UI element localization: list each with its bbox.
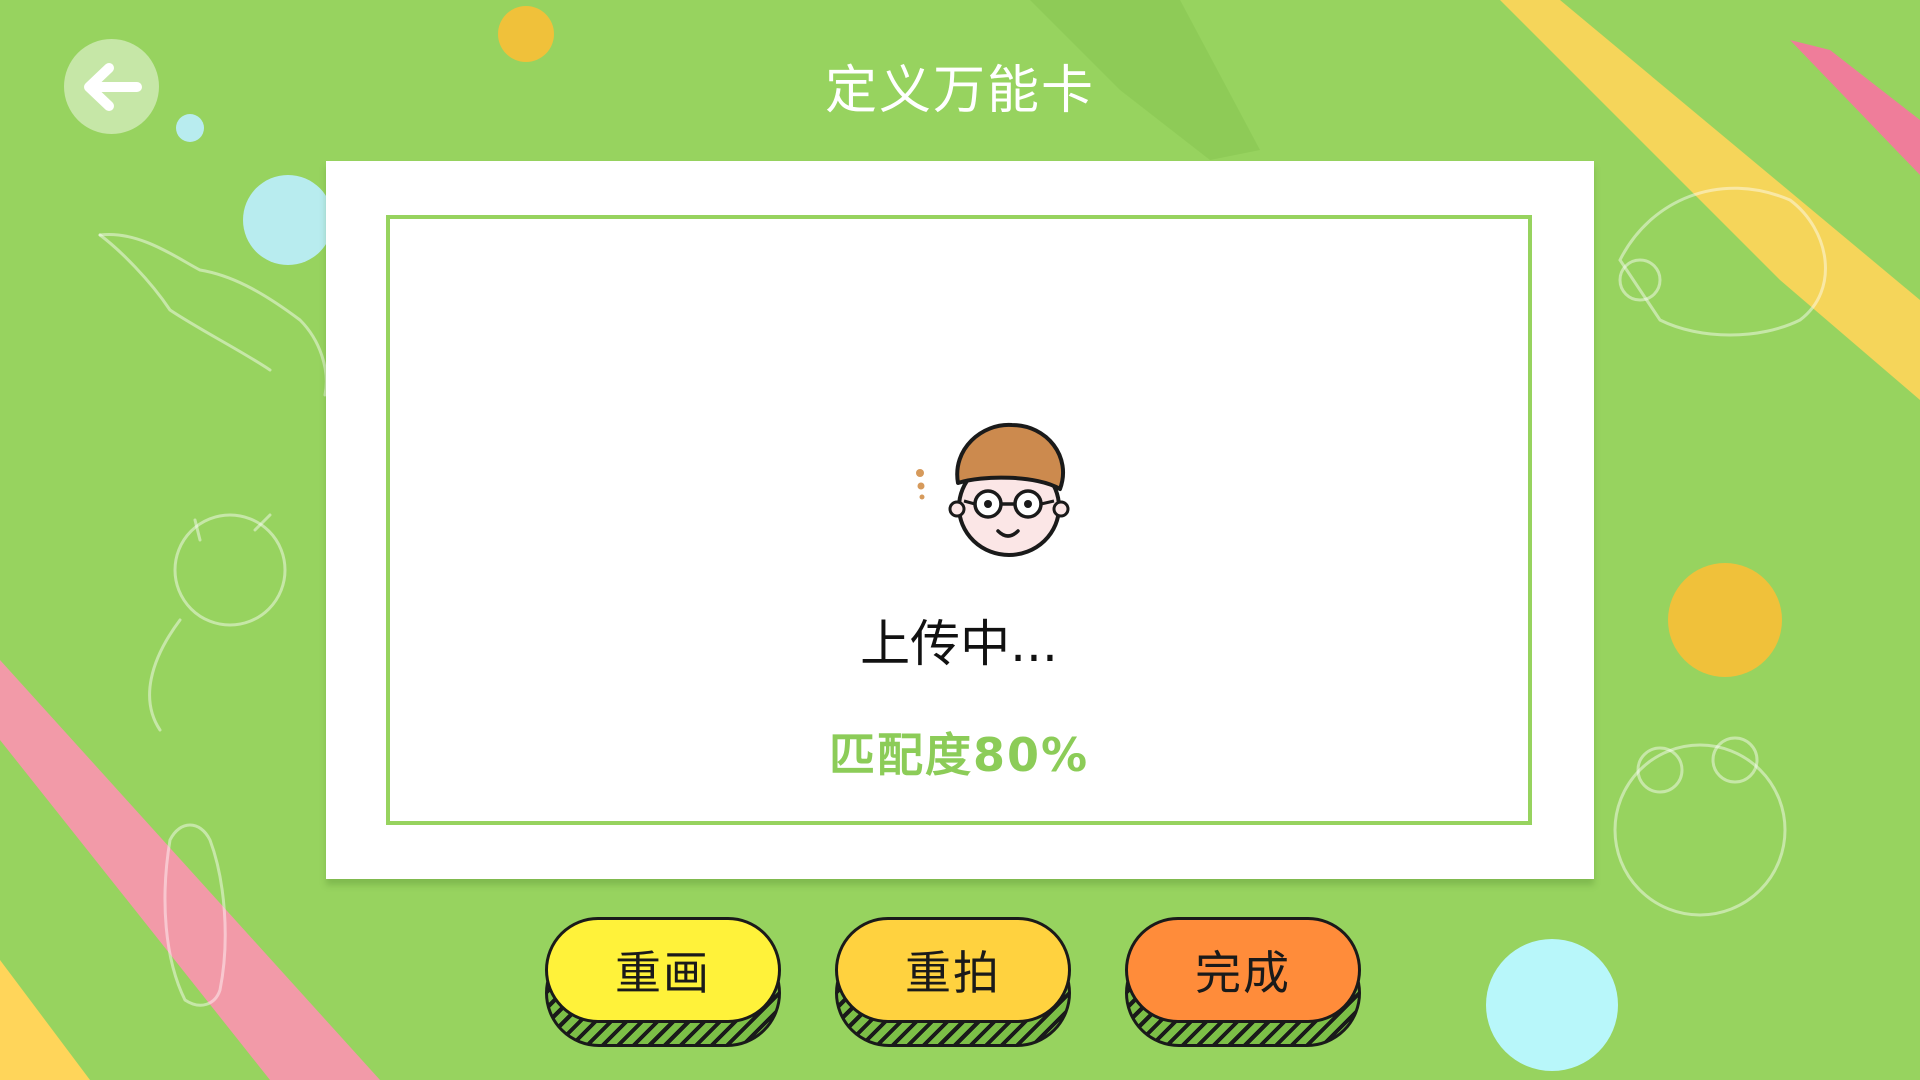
retake-button-label: 重拍 <box>835 917 1071 1023</box>
retake-button[interactable]: 重拍 <box>835 917 1071 1047</box>
upload-frame: 上传中... 匹配度80% <box>386 215 1532 825</box>
done-button[interactable]: 完成 <box>1125 917 1361 1047</box>
page-title: 定义万能卡 <box>824 61 1095 121</box>
upload-card: 上传中... 匹配度80% <box>326 161 1594 879</box>
done-button-label: 完成 <box>1125 917 1361 1023</box>
boy-with-glasses-avatar <box>916 422 1070 557</box>
match-score-text: 匹配度80% <box>828 728 1090 782</box>
redraw-button[interactable]: 重画 <box>545 917 781 1047</box>
upload-status-text: 上传中... <box>860 615 1058 673</box>
redraw-button-label: 重画 <box>545 917 781 1023</box>
